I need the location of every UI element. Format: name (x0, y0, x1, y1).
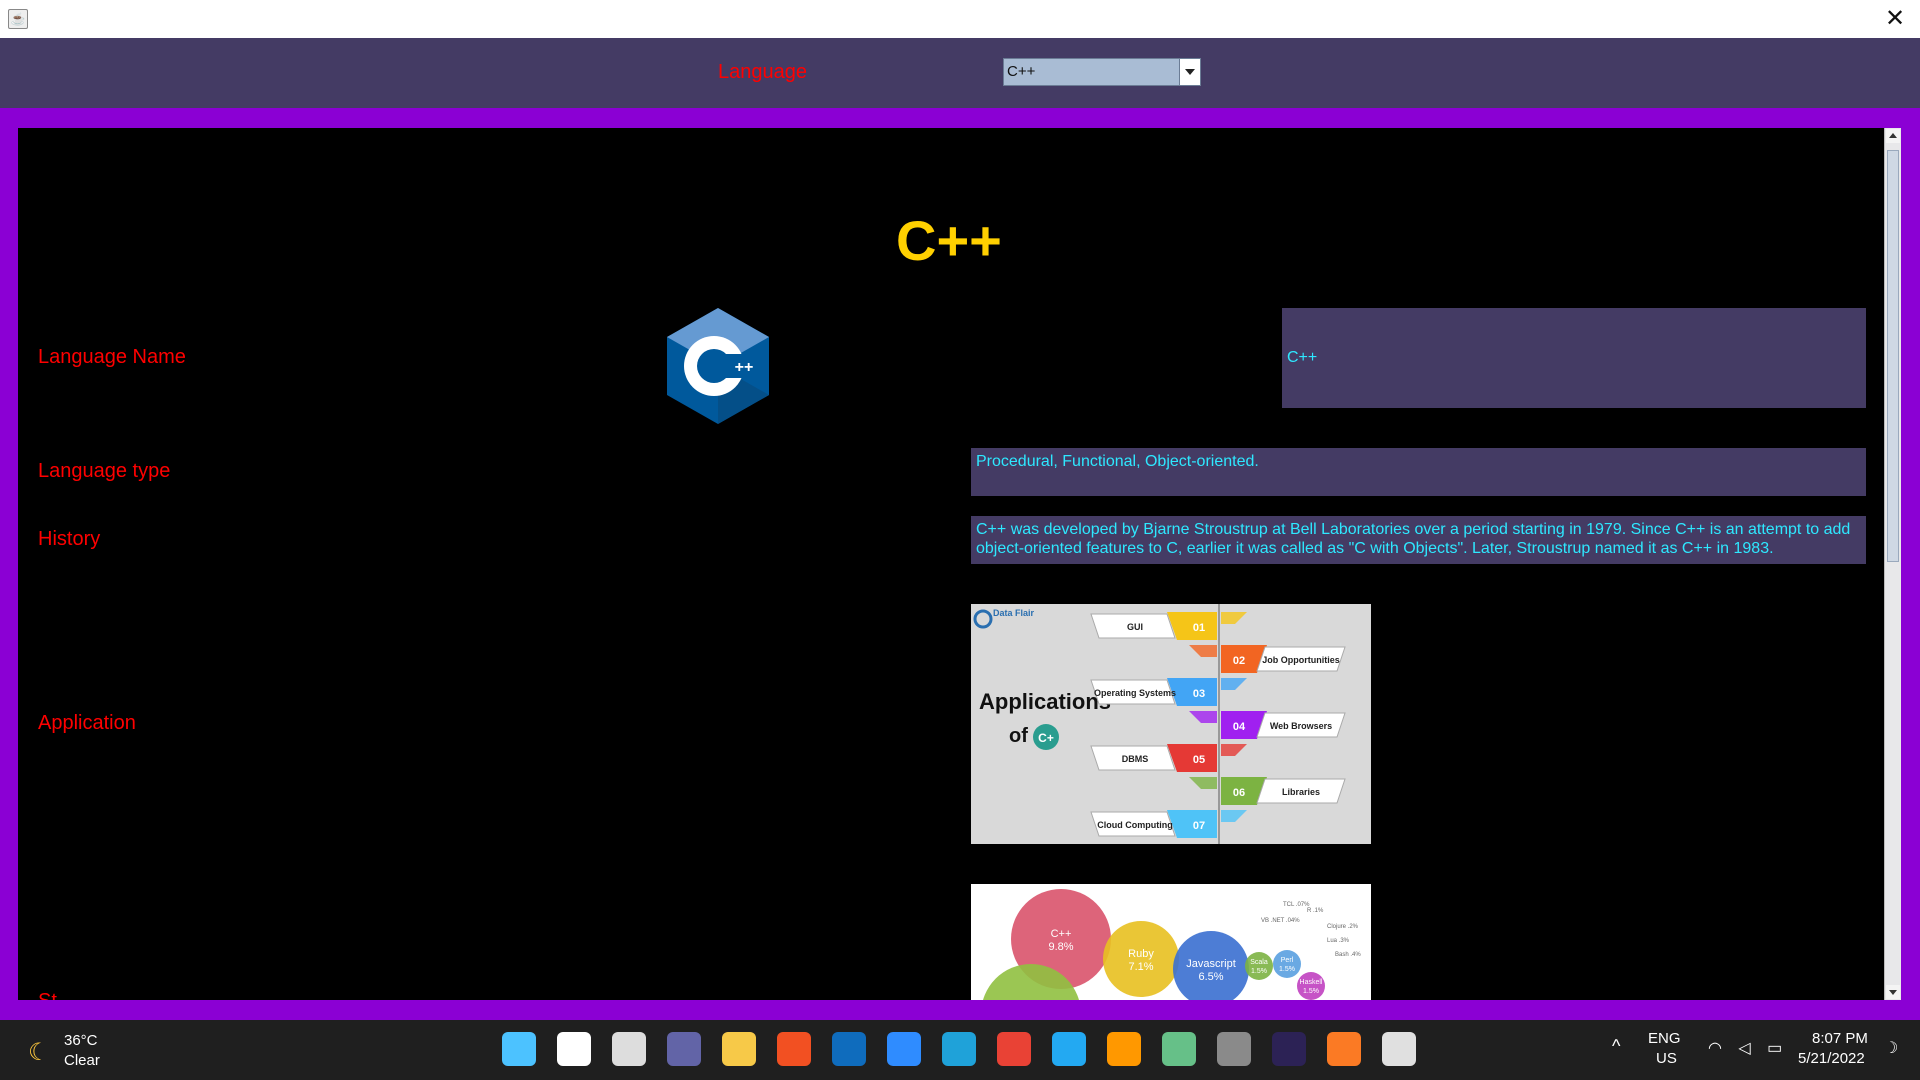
vscode-icon[interactable] (1052, 1032, 1086, 1066)
application-item-number: 01 (1193, 622, 1205, 634)
application-item-label: Job Opportunities (1262, 655, 1340, 665)
edge-icon[interactable] (942, 1032, 976, 1066)
application-item-number: 06 (1233, 787, 1245, 799)
bubble: Haskell 1.5% (1297, 972, 1325, 1000)
notification-icon[interactable]: ☽ (1884, 1038, 1898, 1058)
vertical-scrollbar[interactable] (1884, 128, 1901, 1000)
bubble-name: Ruby (1128, 948, 1154, 960)
language-select-value: C++ (1007, 63, 1036, 80)
teams-chat-icon[interactable] (667, 1032, 701, 1066)
applications-infographic: Data Flair Applications of C+ GUI 01 Job O… (971, 604, 1371, 844)
input-region[interactable]: US (1656, 1050, 1677, 1067)
close-button[interactable]: ✕ (1882, 6, 1908, 32)
application-item-number: 05 (1193, 754, 1205, 766)
java-icon[interactable] (1382, 1032, 1416, 1066)
chevron-down-icon[interactable] (1179, 59, 1200, 85)
stats-label-partial: St... (38, 990, 74, 1000)
window-titlebar: ☕ ✕ (0, 0, 1920, 39)
chrome-icon[interactable] (997, 1032, 1031, 1066)
bubble: Scala 1.5% (1245, 952, 1273, 980)
bubble-annotation: Lua .3% (1327, 938, 1350, 944)
applications-heading: Applications (979, 689, 1111, 714)
history-field[interactable]: C++ was developed by Bjarne Stroustrup a… (971, 516, 1866, 564)
todo-icon[interactable] (887, 1032, 921, 1066)
file-explorer-icon[interactable] (722, 1032, 756, 1066)
application-item-label: Libraries (1282, 787, 1320, 797)
language-type-label: Language type (38, 460, 171, 482)
application-item-label: Operating Systems (1094, 688, 1176, 698)
moon-icon: ☾ (28, 1039, 50, 1066)
bubble: Perl 1.5% (1273, 950, 1301, 978)
xampp-icon[interactable] (1327, 1032, 1361, 1066)
input-language[interactable]: ENG (1648, 1030, 1681, 1047)
history-label: History (38, 528, 101, 550)
bubble-value: 1.5% (1279, 966, 1295, 973)
application-item-label: DBMS (1122, 754, 1149, 764)
bubble-name: Scala (1250, 959, 1268, 966)
java-app-icon: ☕ (8, 9, 28, 29)
application-item-label: GUI (1127, 622, 1143, 632)
bubble-annotation: Bash .4% (1335, 952, 1361, 958)
applications-of-text: of (1009, 725, 1028, 747)
weather-temp: 36°C (64, 1032, 98, 1049)
language-name-label: Language Name (38, 346, 186, 368)
application-item-label: Cloud Computing (1097, 820, 1172, 830)
taskbar: ☾ 36°C Clear ^ ENG US ◠ ◁ ▭ 8:07 PM 5/21… (0, 1020, 1920, 1080)
application-item-number: 02 (1233, 655, 1245, 667)
scroll-content: C++ Language Name ++ C++ Language type P… (18, 128, 1884, 1000)
microsoft-store-icon[interactable] (777, 1032, 811, 1066)
application-item-number: 04 (1233, 721, 1246, 733)
chevron-up-icon[interactable]: ^ (1612, 1036, 1620, 1057)
bubble-value: 9.8% (1048, 941, 1073, 953)
bubble-annotation: R .1% (1307, 908, 1324, 914)
language-name-field[interactable]: C++ (1282, 308, 1866, 408)
task-view-icon[interactable] (612, 1032, 646, 1066)
bubble: Ruby7.1% (1103, 921, 1179, 997)
language-type-field[interactable]: Procedural, Functional, Object-oriented. (971, 448, 1866, 496)
application-item-number: 03 (1193, 688, 1205, 700)
bubble-value: 6.5% (1198, 971, 1223, 983)
svg-text:C+: C+ (1038, 731, 1054, 745)
eclipse-icon[interactable] (1272, 1032, 1306, 1066)
language-popularity-bubbles: C++9.8%Ruby7.1% Javascript6.5%Scala1.5%Pe… (971, 884, 1371, 1000)
brand-text: Data Flair (993, 608, 1035, 618)
bubble-annotation: Clojure .2% (1327, 924, 1359, 930)
language-header: Language C++ (0, 38, 1920, 108)
start-icon[interactable] (502, 1032, 536, 1066)
weather-condition: Clear (64, 1052, 100, 1069)
clock-time[interactable]: 8:07 PM (1812, 1030, 1868, 1047)
bubble-name: Perl (1281, 957, 1294, 964)
cpp-logo-icon: ++ (667, 308, 769, 424)
language-select[interactable]: C++ (1003, 58, 1201, 86)
application-label: Application (38, 712, 136, 734)
page-title: C++ (896, 209, 1002, 272)
bubble-name: Haskell (1300, 979, 1323, 986)
calculator-icon[interactable] (1217, 1032, 1251, 1066)
bubble-annotation: VB .NET .04% (1261, 918, 1300, 924)
application-item-label: Web Browsers (1270, 721, 1332, 731)
wifi-volume-battery-icons[interactable]: ◠ ◁ ▭ (1708, 1038, 1788, 1058)
bubble-value: 1.5% (1303, 988, 1319, 995)
application-item-number: 07 (1193, 820, 1205, 832)
bubble-name: C++ (1051, 928, 1072, 940)
bubble-value: 7.1% (1128, 961, 1153, 973)
clock-date[interactable]: 5/21/2022 (1798, 1050, 1865, 1067)
scroll-up-button[interactable] (1886, 129, 1900, 143)
mail-icon[interactable] (832, 1032, 866, 1066)
language-label: Language (718, 61, 807, 83)
scroll-thumb[interactable] (1887, 150, 1899, 562)
sublime-text-icon[interactable] (1107, 1032, 1141, 1066)
bubble-value: 1.5% (1251, 968, 1267, 975)
svg-text:++: ++ (735, 359, 754, 376)
search-icon[interactable] (557, 1032, 591, 1066)
atom-icon[interactable] (1162, 1032, 1196, 1066)
scroll-down-button[interactable] (1886, 985, 1900, 999)
bubble-name: Javascript (1186, 958, 1236, 970)
